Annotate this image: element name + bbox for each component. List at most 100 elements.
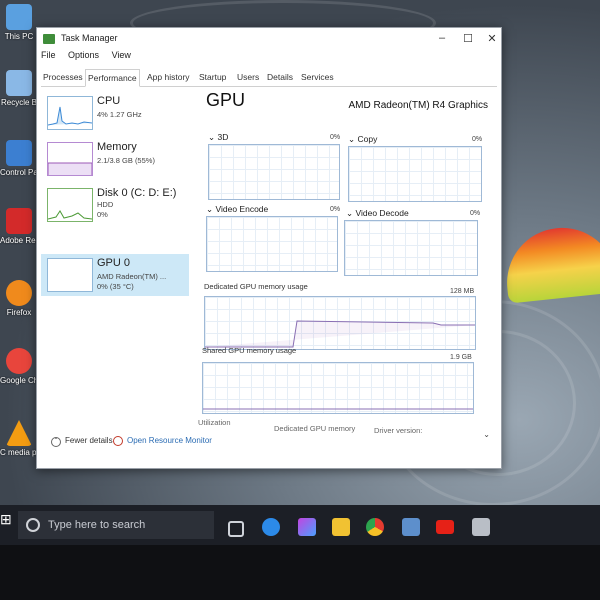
cpu-sparkline-graph (47, 106, 93, 126)
open-resource-monitor-link[interactable]: Open Resource Monitor (113, 436, 212, 446)
gpu-model-short: AMD Radeon(TM) ... (97, 272, 167, 281)
chevron-up-icon: ˆ (51, 437, 61, 447)
engine-video-decode-label[interactable]: ⌄ Video Decode (346, 208, 409, 219)
disk-usage: 0% (97, 210, 108, 219)
sidebar-item-cpu[interactable]: CPU 4% 1.27 GHz (41, 92, 189, 134)
gpu-label: GPU 0 (97, 257, 131, 269)
close-button[interactable]: ✕ (485, 32, 499, 45)
gpu-sparkline (47, 258, 93, 292)
dedicated-memory-label: Dedicated GPU memory usage (204, 282, 308, 291)
performance-sidebar: CPU 4% 1.27 GHz Memory 2.1/3.8 GB (55%) … (41, 90, 191, 430)
engine-video-decode-name: Video Decode (355, 208, 409, 218)
menu-options[interactable]: Options (68, 50, 99, 60)
engine-copy-name: Copy (357, 134, 378, 144)
task-manager-taskbar-icon[interactable] (472, 518, 490, 536)
fewer-details-text: Fewer details (65, 436, 113, 445)
engine-3d-pct: 0% (330, 134, 341, 141)
tab-details[interactable]: Details (265, 69, 295, 85)
window-title: Task Manager (61, 33, 118, 43)
footer: ˆ Fewer details Open Resource Monitor (37, 434, 501, 462)
taskbar: ⊞ Type here to search (0, 505, 600, 545)
desktop-icon-recycle-bin[interactable]: Recycle B (0, 70, 38, 107)
taskbar-search[interactable]: Type here to search (18, 511, 214, 539)
disk-sparkline-graph (47, 210, 93, 220)
engine-3d-graph (208, 144, 340, 200)
laptop-bezel (0, 545, 600, 600)
tab-strip: Processes Performance App history Startu… (41, 68, 497, 87)
minimize-button[interactable]: – (435, 32, 449, 44)
desktop-icon-adobe-reader[interactable]: Adobe Reader X (0, 208, 38, 245)
tab-performance[interactable]: Performance (85, 69, 140, 87)
engine-video-encode-name: Video Encode (215, 204, 269, 214)
cpu-sparkline (47, 96, 93, 130)
firefox-icon (6, 280, 32, 306)
file-explorer-icon[interactable] (332, 518, 350, 536)
engine-copy-label[interactable]: ⌄ Copy (348, 134, 377, 145)
disk-label: Disk 0 (C: D: E:) (97, 187, 177, 199)
recycle-bin-icon (6, 70, 32, 96)
sidebar-item-gpu[interactable]: GPU 0 AMD Radeon(TM) ... 0% (35 °C) (41, 254, 189, 296)
paraglider-wing (501, 222, 600, 304)
engine-video-encode-label[interactable]: ⌄ Video Encode (206, 204, 268, 215)
menu-bar: File Options View (41, 50, 141, 64)
desktop-icon-this-pc[interactable]: This PC (0, 4, 38, 41)
task-view-icon[interactable] (228, 521, 244, 537)
menu-view[interactable]: View (112, 50, 131, 60)
engine-video-encode-pct: 0% (330, 206, 341, 213)
gpu-model: AMD Radeon(TM) R4 Graphics (348, 100, 488, 111)
desktop-icon-vlc[interactable]: C media player (0, 420, 38, 457)
task-manager-window: Task Manager – ☐ ✕ File Options View Pro… (36, 27, 502, 469)
tab-processes[interactable]: Processes (41, 69, 85, 85)
engine-3d-label[interactable]: ⌄ 3D (208, 132, 228, 143)
vlc-cone-icon (6, 420, 32, 446)
shared-memory-line (203, 408, 473, 410)
utilization-label: Utilization (198, 418, 231, 427)
title-bar[interactable]: Task Manager – ☐ ✕ (37, 28, 501, 50)
memory-sparkline (47, 142, 93, 176)
menu-file[interactable]: File (41, 50, 56, 60)
shared-memory-graph (202, 362, 474, 414)
tab-users[interactable]: Users (235, 69, 261, 85)
cpu-label: CPU (97, 95, 121, 107)
copilot-icon[interactable] (298, 518, 316, 536)
sidebar-item-memory[interactable]: Memory 2.1/3.8 GB (55%) (41, 138, 189, 180)
desktop-icon-firefox[interactable]: Firefox (0, 280, 38, 317)
chrome-taskbar-icon[interactable] (366, 518, 384, 536)
desktop-icon-control-panel[interactable]: Control Panel (0, 140, 38, 177)
memory-label: Memory (97, 141, 137, 153)
youtube-icon[interactable] (436, 520, 454, 534)
engine-copy-graph (348, 146, 482, 202)
shared-memory-max: 1.9 GB (450, 354, 472, 361)
edge-icon[interactable] (262, 518, 280, 536)
cpu-usage: 4% 1.27 GHz (97, 110, 142, 119)
shared-memory-label: Shared GPU memory usage (202, 346, 297, 355)
desktop-icon-chrome[interactable]: Google Chrome (0, 348, 38, 385)
computer-icon (6, 4, 32, 30)
resource-monitor-icon (113, 436, 123, 446)
tab-app-history[interactable]: App history (145, 69, 192, 85)
tab-services[interactable]: Services (299, 69, 336, 85)
task-manager-icon (43, 34, 55, 44)
disk-type: HDD (97, 200, 114, 209)
adobe-reader-icon (6, 208, 32, 234)
engine-video-encode-graph (206, 216, 338, 272)
engine-video-decode-pct: 0% (470, 210, 481, 217)
maximize-button[interactable]: ☐ (461, 32, 475, 45)
engine-copy-pct: 0% (472, 136, 483, 143)
network-app-icon[interactable] (402, 518, 420, 536)
search-placeholder: Type here to search (48, 519, 146, 531)
engine-video-decode-graph (344, 220, 478, 276)
gpu-usage: 0% (35 °C) (97, 282, 134, 291)
dedicated-gpu-memory-label: Dedicated GPU memory (274, 424, 356, 433)
open-resource-monitor-text: Open Resource Monitor (127, 436, 212, 446)
sidebar-item-disk[interactable]: Disk 0 (C: D: E:) HDD 0% (41, 184, 189, 226)
dedicated-memory-max: 128 MB (450, 288, 475, 295)
engine-3d-name: 3D (217, 132, 229, 142)
fewer-details-link[interactable]: ˆ Fewer details (51, 436, 113, 447)
dedicated-memory-graph (204, 296, 476, 350)
tab-startup[interactable]: Startup (197, 69, 228, 85)
gpu-title: GPU (206, 90, 246, 110)
windows-start-icon[interactable]: ⊞ (0, 511, 16, 535)
control-panel-icon (6, 140, 32, 166)
memory-sparkline-graph (47, 162, 93, 175)
